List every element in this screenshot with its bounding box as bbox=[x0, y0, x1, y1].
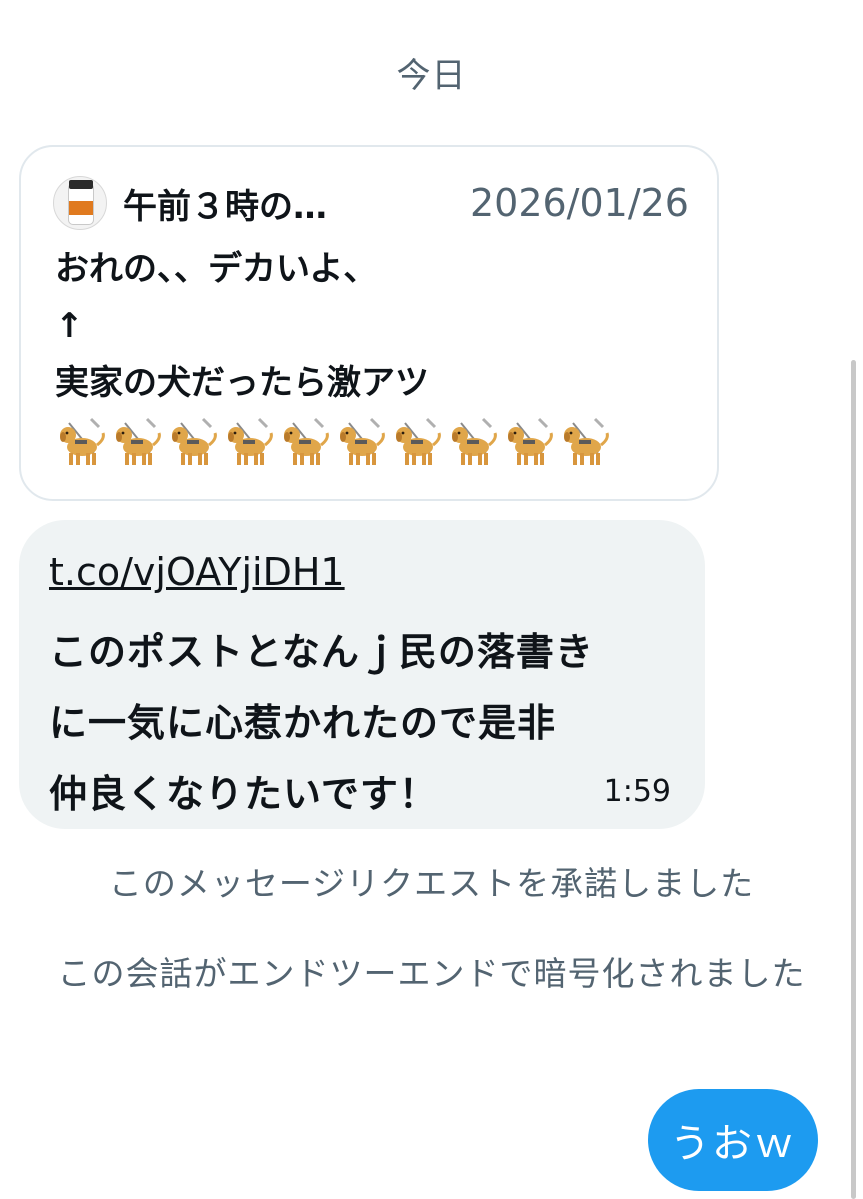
dm-conversation: 今日 午前３時の… 2026/01/26 おれの、、デカいよ、 ↑ 実家の犬だっ… bbox=[0, 0, 863, 1199]
quoted-post-header: 午前３時の… 2026/01/26 bbox=[53, 175, 689, 231]
guide-dog-icon bbox=[172, 417, 217, 465]
scrollbar[interactable] bbox=[851, 360, 856, 1199]
encryption-note: この会話がエンドツーエンドで暗号化されました bbox=[57, 954, 806, 993]
quoted-post-text: おれの、、デカいよ、 ↑ 実家の犬だったら激アツ bbox=[55, 249, 429, 403]
guide-dog-icon bbox=[284, 417, 329, 465]
message-link[interactable]: t.co/vjOAYjiDH1 bbox=[49, 550, 345, 594]
quoted-post-author: 午前３時の… bbox=[123, 186, 327, 227]
outgoing-message-bubble[interactable]: うおｗ bbox=[648, 1089, 818, 1191]
guide-dog-icon bbox=[564, 417, 609, 465]
guide-dog-icon bbox=[60, 417, 105, 465]
quoted-post-date: 2026/01/26 bbox=[469, 181, 689, 225]
guide-dog-icon bbox=[116, 417, 161, 465]
incoming-message-bubble[interactable]: t.co/vjOAYjiDH1 このポストとなんｊ民の落書き に一気に心惹かれた… bbox=[19, 520, 705, 829]
date-divider: 今日 bbox=[396, 56, 467, 96]
quoted-post-card[interactable]: 午前３時の… 2026/01/26 おれの、、デカいよ、 ↑ 実家の犬だったら激… bbox=[19, 145, 719, 501]
guide-dog-icon bbox=[228, 417, 273, 465]
bottle-cap bbox=[69, 180, 93, 189]
avatar[interactable] bbox=[53, 176, 107, 230]
message-timestamp: 1:59 bbox=[603, 774, 671, 809]
outgoing-message-text: うおｗ bbox=[670, 1121, 796, 1167]
guide-dog-icon bbox=[396, 417, 441, 465]
guide-dog-icon bbox=[452, 417, 497, 465]
guide-dog-icon bbox=[508, 417, 553, 465]
guide-dog-emoji-row bbox=[55, 415, 697, 475]
guide-dog-icon bbox=[340, 417, 385, 465]
bottle-label bbox=[69, 201, 93, 215]
request-accepted-note: このメッセージリクエストを承諾しました bbox=[108, 864, 755, 903]
message-text: このポストとなんｊ民の落書き に一気に心惹かれたので是非 仲良くなりたいです！ bbox=[49, 630, 594, 816]
